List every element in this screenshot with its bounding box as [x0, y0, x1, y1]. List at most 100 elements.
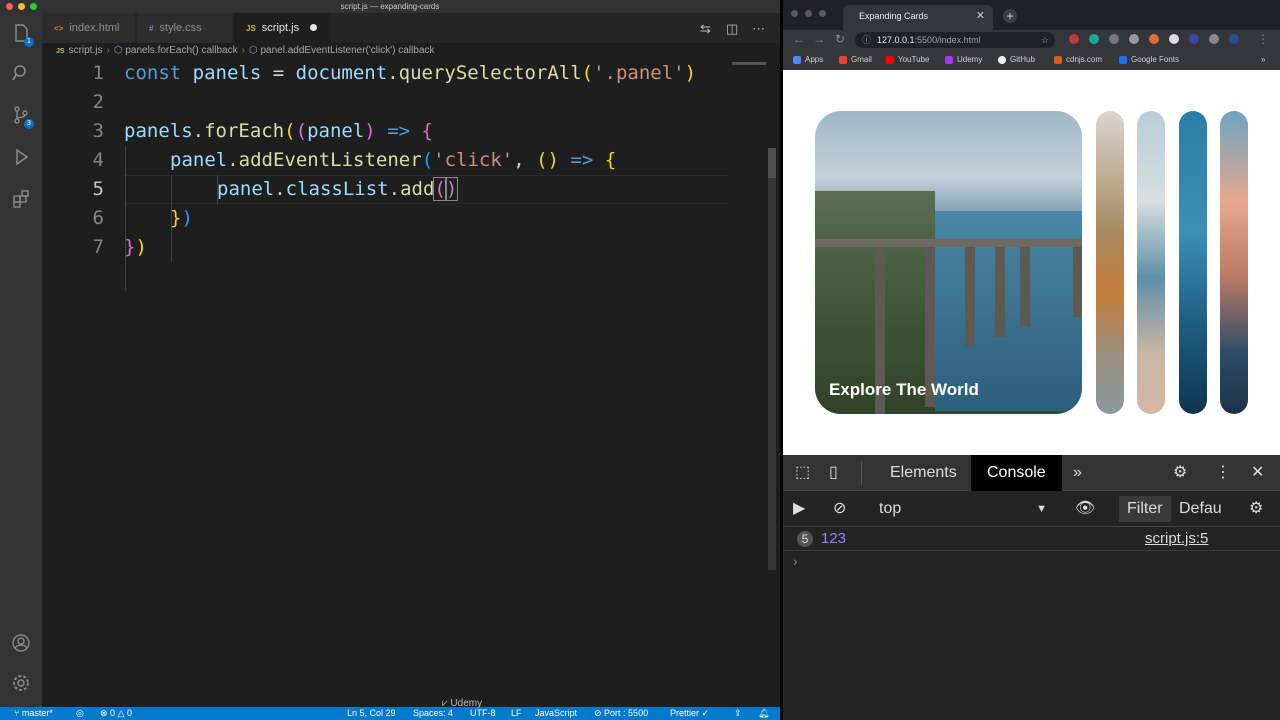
tab-elements[interactable]: Elements	[874, 455, 973, 491]
code-line-5[interactable]: panel.classList.add()	[217, 175, 459, 204]
bookmark-github[interactable]: GitHub	[998, 50, 1035, 70]
tab-script-js[interactable]: JS script.js	[234, 13, 332, 43]
bookmark-google-fonts[interactable]: Google Fonts	[1119, 50, 1179, 70]
extension-icon[interactable]	[1169, 34, 1179, 44]
bookmark-cdnjs[interactable]: cdnjs.com	[1054, 50, 1102, 70]
bookmarks-overflow-icon[interactable]: »	[1261, 50, 1265, 70]
split-editor-icon[interactable]: ◫	[726, 21, 738, 37]
close-window-button[interactable]	[791, 10, 798, 17]
extension-icon[interactable]	[1109, 34, 1119, 44]
bookmark-udemy[interactable]: Udemy	[945, 50, 982, 70]
more-options-icon[interactable]: ⋮	[1215, 455, 1231, 491]
panel-active[interactable]: Explore The World	[815, 111, 1082, 414]
close-window-button[interactable]	[6, 3, 13, 10]
bookmark-apps[interactable]: Apps	[793, 50, 823, 70]
console-settings-gear-icon[interactable]: ⚙	[1249, 491, 1263, 527]
live-share-icon[interactable]: ◎	[76, 707, 84, 720]
log-levels-select[interactable]: Defau	[1179, 491, 1222, 527]
profile-avatar-icon[interactable]	[1229, 34, 1239, 44]
error-count: 0	[110, 708, 116, 718]
forward-arrow-icon[interactable]: →	[813, 32, 825, 46]
tab-style-css[interactable]: # style.css	[137, 13, 233, 43]
open-changes-icon[interactable]: ⇆	[700, 21, 711, 37]
extension-icon[interactable]	[1129, 34, 1139, 44]
git-branch[interactable]: ⑂ master*	[14, 707, 53, 720]
extension-icon[interactable]	[1149, 34, 1159, 44]
more-tabs-chevron-icon[interactable]: »	[1073, 455, 1082, 491]
code-arrow: =>	[387, 120, 411, 142]
address-bar[interactable]: ⓘ 127.0.0.1:5500/index.html ☆	[855, 32, 1055, 48]
url-path: :5500/index.html	[914, 35, 981, 45]
bookmark-youtube[interactable]: YouTube	[886, 50, 929, 70]
breadcrumb-symbol[interactable]: panel.addEventListener('click') callback	[260, 45, 434, 56]
show-sidebar-icon[interactable]: ▶︎	[793, 491, 805, 527]
extensions-icon[interactable]	[10, 189, 32, 211]
files-icon[interactable]: 1	[10, 23, 34, 47]
code-function: add	[400, 178, 435, 200]
panel-image	[1073, 247, 1082, 317]
live-server-port[interactable]: ⊘ Port : 5500	[594, 707, 648, 720]
clear-console-icon[interactable]: ⊘	[833, 491, 846, 527]
feedback-icon[interactable]: ⇪	[734, 707, 742, 720]
code-line-1[interactable]: const panels = document.querySelectorAll…	[124, 59, 696, 88]
panel-collapsed[interactable]	[1220, 111, 1248, 414]
prettier-status[interactable]: Prettier ✓	[670, 707, 709, 720]
extension-icon[interactable]	[1189, 34, 1199, 44]
extension-icon[interactable]	[1089, 34, 1099, 44]
code-line-3[interactable]: panels.forEach((panel) => {	[124, 117, 433, 146]
vertical-scrollbar-thumb[interactable]	[768, 148, 776, 178]
code-line-6[interactable]: })	[170, 204, 193, 233]
extensions-puzzle-icon[interactable]	[1209, 34, 1219, 44]
search-icon[interactable]	[10, 63, 32, 85]
tab-console[interactable]: Console	[971, 455, 1062, 491]
panel-collapsed[interactable]	[1179, 111, 1207, 414]
filter-input[interactable]: Filter	[1119, 496, 1171, 522]
settings-gear-icon[interactable]	[10, 673, 32, 695]
more-actions-icon[interactable]: ⋯	[752, 21, 765, 37]
browser-menu-icon[interactable]: ⋮	[1257, 32, 1269, 46]
run-debug-icon[interactable]	[10, 147, 32, 169]
close-tab-icon[interactable]: ✕	[976, 5, 985, 27]
console-prompt-chevron-icon[interactable]: ›	[793, 553, 798, 569]
reload-icon[interactable]: ↻	[835, 32, 845, 46]
source-control-icon[interactable]: 3	[10, 105, 34, 129]
cursor-position[interactable]: Ln 5, Col 29	[347, 707, 396, 720]
live-expression-eye-icon[interactable]: 👁︎	[1075, 491, 1095, 527]
unsaved-dot-icon[interactable]	[310, 24, 317, 31]
account-icon[interactable]	[10, 633, 32, 655]
code-line-7[interactable]: })	[124, 233, 147, 262]
browser-tab-active[interactable]: Expanding Cards ✕	[843, 5, 993, 30]
prettier-label: Prettier	[670, 708, 700, 718]
device-toolbar-icon[interactable]: ▯	[829, 455, 838, 491]
breadcrumb-file[interactable]: script.js	[69, 45, 103, 56]
code-editor[interactable]: 1 2 3 4 5 6 7 const panels = document.qu…	[42, 59, 780, 707]
maximize-window-button[interactable]	[30, 3, 37, 10]
inspect-element-icon[interactable]: ⬚	[795, 455, 810, 491]
back-arrow-icon[interactable]: ←	[793, 32, 805, 46]
code-line-4[interactable]: panel.addEventListener('click', () => {	[170, 146, 616, 175]
minimap[interactable]	[732, 62, 766, 65]
language-mode[interactable]: JavaScript	[535, 707, 577, 720]
bookmark-gmail[interactable]: Gmail	[839, 50, 872, 70]
toolbar-divider	[861, 461, 862, 485]
line-ending[interactable]: LF	[511, 707, 522, 720]
minimize-window-button[interactable]	[18, 3, 25, 10]
udemy-watermark: ⩗ Udemy	[442, 698, 482, 709]
vertical-scrollbar-track[interactable]	[768, 150, 776, 570]
bookmark-star-icon[interactable]: ☆	[1041, 32, 1049, 48]
extension-icon[interactable]	[1069, 34, 1079, 44]
panel-collapsed[interactable]	[1096, 111, 1124, 414]
minimize-window-button[interactable]	[805, 10, 812, 17]
scm-badge: 3	[24, 119, 34, 129]
notifications-bell-icon[interactable]: 🔔︎	[758, 707, 769, 720]
panel-collapsed[interactable]	[1137, 111, 1165, 414]
problems-indicator[interactable]: ⊗ 0 △ 0	[100, 707, 132, 720]
tab-index-html[interactable]: <> index.html	[42, 13, 136, 43]
close-devtools-icon[interactable]: ✕	[1251, 455, 1264, 491]
new-tab-plus-icon[interactable]: +	[1003, 9, 1017, 23]
log-source-link[interactable]: script.js:5	[1145, 527, 1208, 551]
settings-gear-icon[interactable]: ⚙	[1173, 455, 1187, 491]
breadcrumb-symbol[interactable]: panels.forEach() callback	[125, 45, 237, 56]
maximize-window-button[interactable]	[819, 10, 826, 17]
context-selector[interactable]: top ▼	[879, 491, 1047, 527]
